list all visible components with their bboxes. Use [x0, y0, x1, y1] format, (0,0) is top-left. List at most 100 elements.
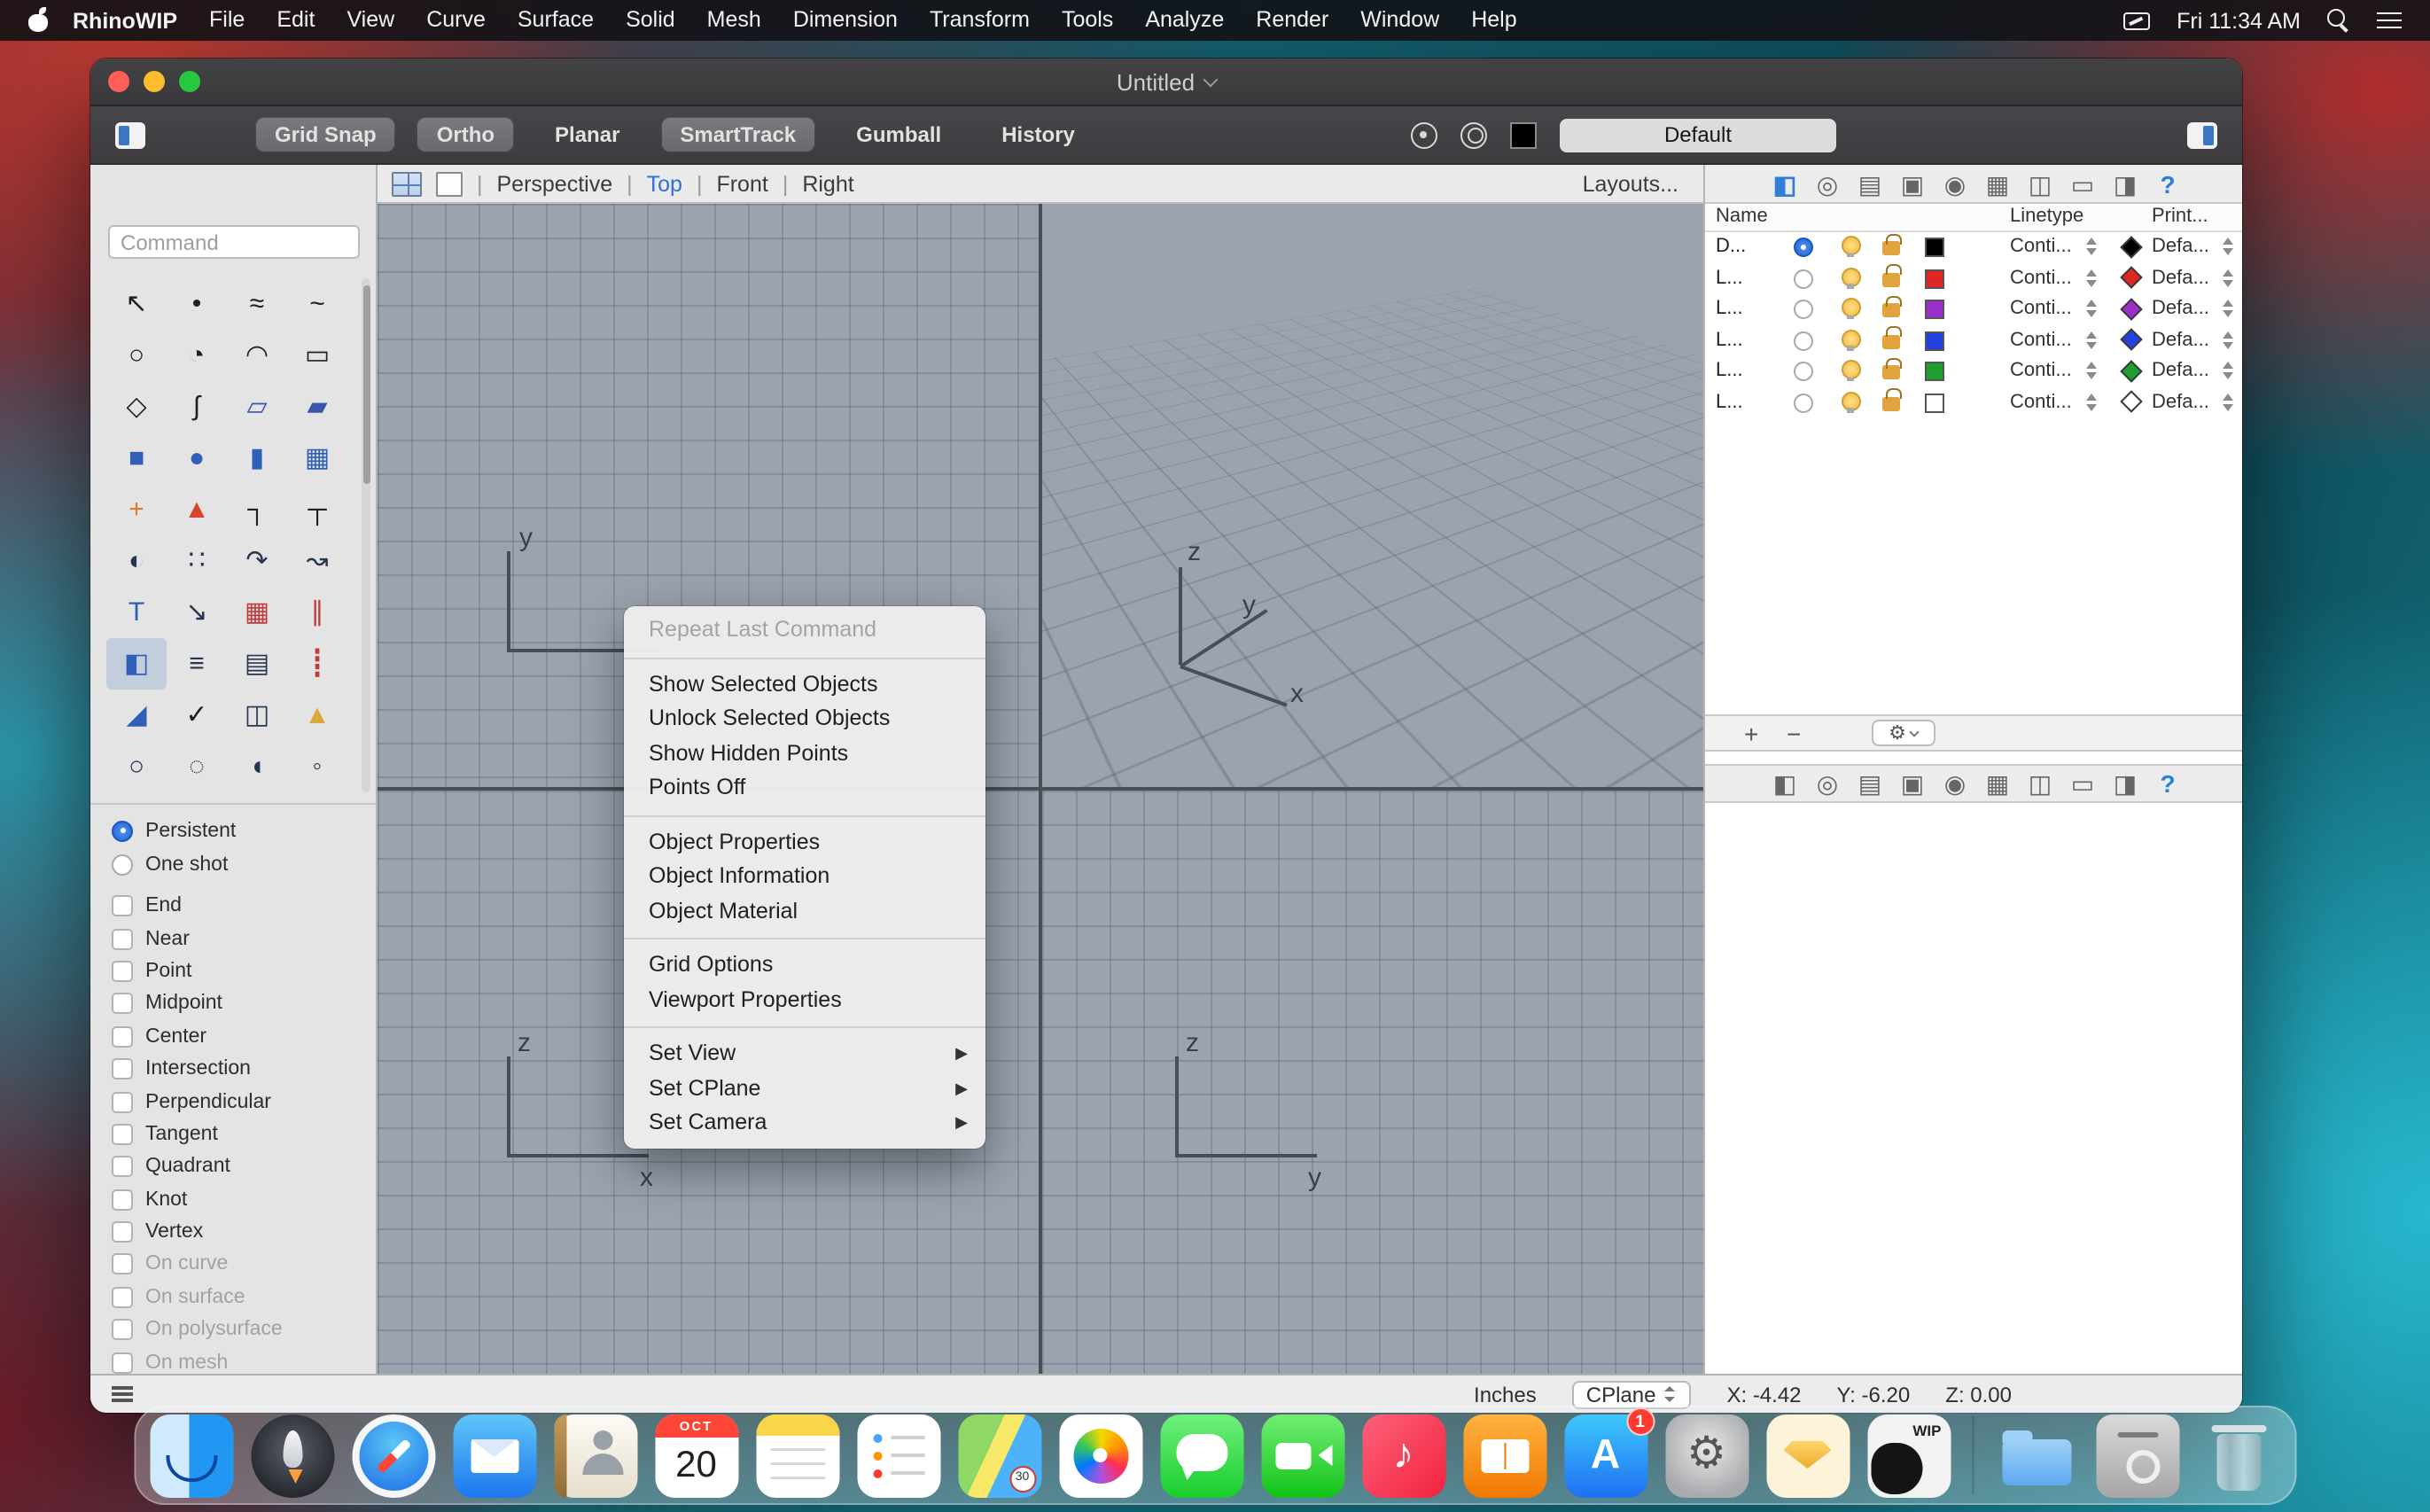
disk-image-dock-icon[interactable]	[2096, 1414, 2180, 1497]
osnap-mode-persistent[interactable]: Persistent	[112, 814, 372, 847]
tool-box-edit-icon[interactable]: ◧	[106, 638, 167, 690]
tool-chamfer-icon[interactable]: ┬	[287, 484, 347, 535]
osnap-checkbox-tangent[interactable]: Tangent	[112, 1118, 372, 1150]
linetype-stepper[interactable]	[2084, 269, 2099, 286]
tool-align-icon[interactable]: ≡	[167, 638, 227, 690]
maps-dock-icon[interactable]: 30	[957, 1414, 1041, 1497]
current-layer-radio[interactable]	[1794, 300, 1813, 319]
tool-plugins-icon[interactable]: +	[106, 484, 167, 535]
layer-color-swatch[interactable]	[1925, 238, 1944, 257]
osnap-checkbox-quadrant[interactable]: Quadrant	[112, 1150, 372, 1183]
layer-linetype[interactable]: Conti...	[2010, 298, 2072, 319]
layer-lock-icon[interactable]	[1882, 295, 1901, 317]
print-stepper[interactable]	[2221, 238, 2235, 255]
osnap-checkbox-intersection[interactable]: Intersection	[112, 1053, 372, 1086]
finder-dock-icon[interactable]	[149, 1414, 233, 1497]
layer-visibility-bulb-icon[interactable]	[1840, 236, 1861, 257]
osnap-checkbox-knot[interactable]: Knot	[112, 1183, 372, 1216]
layer-visibility-bulb-icon[interactable]	[1840, 267, 1861, 288]
checkbox[interactable]	[112, 1025, 133, 1048]
contacts-dock-icon[interactable]	[553, 1414, 637, 1497]
layer-print-width[interactable]: Defa...	[2152, 267, 2209, 288]
palette-scrollbar[interactable]	[362, 278, 370, 792]
properties-panel-icon[interactable]: ◎	[1815, 764, 1840, 803]
tool-surface-icon[interactable]: ▱	[227, 381, 287, 433]
camera-panel-icon[interactable]: ◉	[1943, 764, 1967, 803]
tab-top[interactable]: Top	[647, 171, 682, 196]
layer-row[interactable]: L... Conti... Defa...	[1705, 356, 2242, 387]
notes-panel-icon[interactable]: ▤	[1858, 764, 1882, 803]
osnap-checkbox-on-curve[interactable]: On curve	[112, 1249, 372, 1282]
photos-dock-icon[interactable]	[1058, 1414, 1142, 1497]
linetype-stepper[interactable]	[2084, 393, 2099, 410]
zoom-button[interactable]	[179, 71, 200, 92]
osnap-checkbox-point[interactable]: Point	[112, 955, 372, 988]
checkbox[interactable]	[112, 1123, 133, 1145]
mesh-panel-icon[interactable]: ▦	[1985, 164, 2010, 203]
grid-snap-button[interactable]: Grid Snap	[255, 117, 396, 152]
linetype-stepper[interactable]	[2084, 331, 2099, 348]
tool-trim-icon[interactable]: ◢	[106, 690, 167, 741]
layer-lock-icon[interactable]	[1882, 264, 1901, 286]
menu-item-object-material[interactable]: Object Material	[624, 894, 985, 929]
layer-material-diamond[interactable]	[2120, 359, 2143, 382]
notes-dock-icon[interactable]	[755, 1414, 839, 1497]
layer-settings-menu[interactable]: ⚙	[1872, 720, 1935, 746]
osnap-checkbox-perpendicular[interactable]: Perpendicular	[112, 1086, 372, 1118]
help-panel-icon[interactable]: ?	[2155, 764, 2180, 803]
tool-circle-icon[interactable]: ○	[106, 330, 167, 381]
layer-lock-icon[interactable]	[1882, 233, 1901, 255]
mail-dock-icon[interactable]	[452, 1414, 536, 1497]
radio-persistent[interactable]	[112, 820, 133, 841]
right-sidebar-toggle-icon[interactable]	[2187, 121, 2217, 148]
system-preferences-dock-icon[interactable]: ⚙	[1664, 1414, 1749, 1497]
tool-curve-points-icon[interactable]: ~	[287, 278, 347, 330]
sheets-panel-icon[interactable]: ◫	[2028, 164, 2052, 203]
osnap-checkbox-midpoint[interactable]: Midpoint	[112, 987, 372, 1020]
spotlight-search-icon[interactable]	[2327, 9, 2350, 32]
ortho-button[interactable]: Ortho	[417, 117, 515, 152]
print-stepper[interactable]	[2221, 269, 2235, 286]
menubar-item-dimension[interactable]: Dimension	[777, 0, 914, 41]
safari-dock-icon[interactable]	[351, 1414, 435, 1497]
tab-perspective[interactable]: Perspective	[497, 171, 613, 196]
properties-panel-icon[interactable]: ◎	[1815, 164, 1840, 203]
menu-item-unlock-selected-objects[interactable]: Unlock Selected Objects	[624, 702, 985, 737]
menu-item-set-camera[interactable]: Set Camera ▶	[624, 1106, 985, 1141]
menu-item-show-selected-objects[interactable]: Show Selected Objects	[624, 667, 985, 702]
layer-linetype[interactable]: Conti...	[2010, 360, 2072, 381]
tool-text-icon[interactable]: T	[106, 587, 167, 638]
tool-box-icon[interactable]: ■	[106, 433, 167, 484]
layer-color-swatch[interactable]	[1925, 362, 1944, 381]
menubar-item-solid[interactable]: Solid	[610, 0, 691, 41]
layer-linetype[interactable]: Conti...	[2010, 329, 2072, 350]
osnap-checkbox-on-mesh[interactable]: On mesh	[112, 1346, 372, 1374]
layer-row[interactable]: L... Conti... Defa...	[1705, 387, 2242, 418]
add-layer-button[interactable]: +	[1744, 719, 1787, 747]
checkbox[interactable]	[112, 960, 133, 982]
cplane-select[interactable]: CPlane	[1571, 1380, 1692, 1408]
tool-pointcloud-icon[interactable]: ∷	[167, 535, 227, 587]
tool-copy-icon[interactable]: ▦	[227, 587, 287, 638]
launchpad-dock-icon[interactable]	[250, 1414, 334, 1497]
menubar-clock[interactable]: Fri 11:34 AM	[2177, 8, 2301, 33]
osnap-checkbox-near[interactable]: Near	[112, 923, 372, 955]
materials-panel-icon[interactable]: ▣	[1900, 764, 1925, 803]
history-button[interactable]: History	[982, 117, 1094, 152]
frame-panel-icon[interactable]: ▭	[2070, 164, 2095, 203]
left-sidebar-toggle-icon[interactable]	[115, 121, 145, 148]
menu-item-points-off[interactable]: Points Off	[624, 771, 985, 806]
notes-panel-icon[interactable]: ▤	[1858, 164, 1882, 203]
apple-menu-icon[interactable]	[28, 7, 50, 32]
smarttrack-button[interactable]: SmartTrack	[660, 117, 816, 152]
osnap-mode-one-shot[interactable]: One shot	[112, 847, 372, 881]
status-menu-icon[interactable]	[112, 1386, 133, 1402]
minimize-button[interactable]	[144, 71, 165, 92]
osnap-checkbox-on-polysurface[interactable]: On polysurface	[112, 1313, 372, 1346]
menubar-item-curve[interactable]: Curve	[410, 0, 502, 41]
current-layer-radio[interactable]	[1794, 238, 1813, 257]
menu-item-set-view[interactable]: Set View ▶	[624, 1037, 985, 1072]
camera-panel-icon[interactable]: ◉	[1943, 164, 1967, 203]
trash-dock-icon[interactable]	[2198, 1414, 2281, 1497]
tool-plane-icon[interactable]: ▦	[287, 433, 347, 484]
